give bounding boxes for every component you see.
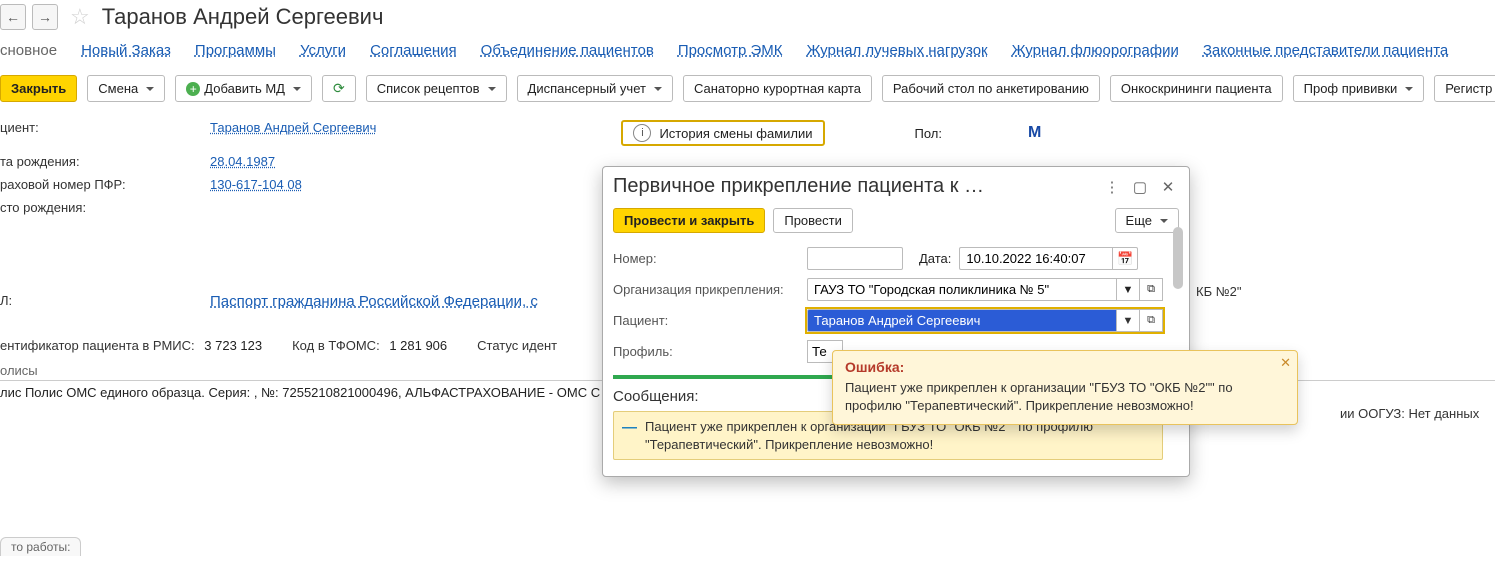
dob-label: та рождения: [0, 154, 210, 169]
favorite-star-icon[interactable]: ☆ [64, 4, 96, 30]
error-tooltip: ✕ Ошибка: Пациент уже прикреплен к орган… [832, 350, 1298, 425]
dob-value[interactable]: 28.04.1987 [210, 154, 275, 169]
recipes-button[interactable]: Список рецептов [366, 75, 507, 102]
chevron-down-icon[interactable]: ▼ [1117, 278, 1140, 301]
vaccinations-button[interactable]: Проф прививки [1293, 75, 1425, 102]
tab-agreements[interactable]: Соглашения [370, 42, 457, 59]
add-md-button[interactable]: + Добавить МД [175, 75, 312, 102]
registry-button[interactable]: Регистр [1434, 75, 1495, 102]
action-toolbar: Закрыть Смена + Добавить МД ⟳ Список рец… [0, 65, 1495, 112]
patient-name-link[interactable]: Таранов Андрей Сергеевич [210, 120, 376, 146]
modal-close-icon[interactable]: ✕ [1157, 176, 1179, 198]
calendar-icon[interactable]: 📅 [1112, 247, 1138, 270]
submit-button[interactable]: Провести [773, 208, 853, 233]
attachment-modal: Первичное прикрепление пациента к … ⋮ ▢ … [602, 166, 1190, 477]
close-button[interactable]: Закрыть [0, 75, 77, 102]
nav-tabs: сновное Новый Заказ Программы Услуги Сог… [0, 32, 1495, 65]
org-label: Организация прикрепления: [613, 282, 799, 297]
profile-label: Профиль: [613, 344, 799, 359]
messages-title-text: Сообщения: [613, 388, 699, 405]
dispensary-button[interactable]: Диспансерный учет [517, 75, 673, 102]
tab-programs[interactable]: Программы [195, 42, 276, 59]
tab-legal-reps[interactable]: Законные представители пациента [1203, 42, 1448, 59]
tab-radiation-log[interactable]: Журнал лучевых нагрузок [807, 42, 988, 59]
gender-label: Пол: [915, 126, 943, 141]
header-bar: ← → ☆ Таранов Андрей Сергеевич [0, 0, 1495, 32]
pob-label: сто рождения: [0, 200, 210, 215]
reload-icon: ⟳ [333, 80, 345, 97]
date-label: Дата: [919, 251, 951, 266]
right-hint-text: КБ №2" [1196, 284, 1242, 299]
gender-value: М [1028, 124, 1041, 142]
modal-menu-icon[interactable]: ⋮ [1101, 176, 1123, 198]
open-ref-icon[interactable]: ⧉ [1140, 309, 1163, 332]
snils-label: раховой номер ПФР: [0, 177, 210, 192]
modal-maximize-icon[interactable]: ▢ [1129, 176, 1151, 198]
modal-patient-label: Пациент: [613, 313, 799, 328]
ooguz-label: ии ООГУЗ: [1340, 406, 1405, 421]
tab-new-order[interactable]: Новый Заказ [81, 42, 171, 59]
ul-value[interactable]: Паспорт гражданина Российской Федерации,… [210, 293, 538, 310]
snils-value[interactable]: 130-617-104 08 [210, 177, 302, 192]
ooguz-value: Нет данных [1408, 406, 1479, 421]
tab-view-emk[interactable]: Просмотр ЭМК [678, 42, 783, 59]
more-button[interactable]: Еще [1115, 208, 1179, 233]
info-icon: i [633, 124, 651, 142]
nav-back-button[interactable]: ← [0, 4, 26, 30]
surname-history-button[interactable]: i История смены фамилии [621, 120, 824, 146]
tab-main[interactable]: сновное [0, 42, 57, 59]
oncoscreening-button[interactable]: Онкоскрининги пациента [1110, 75, 1283, 102]
tooltip-close-icon[interactable]: ✕ [1280, 355, 1291, 371]
worktable-button[interactable]: Рабочий стол по анкетированию [882, 75, 1100, 102]
modal-scrollbar[interactable] [1173, 227, 1183, 468]
number-label: Номер: [613, 251, 799, 266]
change-button[interactable]: Смена [87, 75, 165, 102]
plus-icon: + [186, 82, 200, 96]
tab-fluoro-log[interactable]: Журнал флюорографии [1012, 42, 1179, 59]
tab-services[interactable]: Услуги [300, 42, 346, 59]
number-input[interactable] [807, 247, 903, 270]
open-ref-icon[interactable]: ⧉ [1140, 278, 1163, 301]
ooguz-block: ии ООГУЗ: Нет данных [1340, 406, 1479, 421]
scrollbar-thumb[interactable] [1173, 227, 1183, 289]
chevron-down-icon[interactable]: ▼ [1117, 309, 1140, 332]
nav-forward-button[interactable]: → [32, 4, 58, 30]
tfoms-value: 1 281 906 [389, 338, 447, 353]
org-combo[interactable]: ▼ ⧉ [807, 278, 1163, 301]
surname-history-label: История смены фамилии [659, 126, 812, 141]
bottom-tab-workplace[interactable]: то работы: [0, 537, 81, 556]
tooltip-title: Ошибка: [845, 359, 1287, 375]
rmis-label: ентификатор пациента в РМИС: [0, 338, 195, 353]
patient-combo[interactable]: ▼ ⧉ [807, 309, 1163, 332]
tfoms-label: Код в ТФОМС: [292, 338, 380, 353]
tooltip-body: Пациент уже прикреплен к организации "ГБ… [845, 379, 1287, 414]
reload-button[interactable]: ⟳ [322, 75, 356, 102]
message-dash-icon: — [622, 418, 637, 453]
patient-input[interactable] [807, 309, 1117, 332]
org-input[interactable] [807, 278, 1117, 301]
rmis-value: 3 723 123 [204, 338, 262, 353]
ul-label: Л: [0, 293, 210, 310]
ident-status-label: Статус идент [477, 338, 557, 353]
modal-title: Первичное прикрепление пациента к … [613, 175, 1095, 198]
date-input[interactable] [959, 247, 1112, 270]
patient-label: циент: [0, 120, 210, 146]
add-md-label: Добавить МД [204, 81, 285, 96]
tab-merge-patients[interactable]: Объединение пациентов [481, 42, 654, 59]
page-title: Таранов Андрей Сергеевич [102, 4, 384, 30]
submit-close-button[interactable]: Провести и закрыть [613, 208, 765, 233]
sanatory-button[interactable]: Санаторно курортная карта [683, 75, 872, 102]
